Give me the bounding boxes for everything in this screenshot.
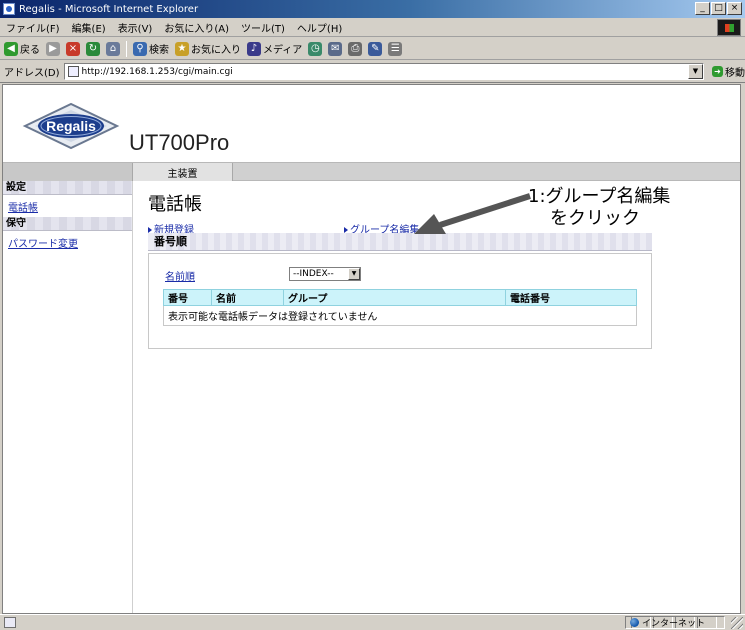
search-icon: ⚲: [133, 41, 147, 56]
sidebar-section-settings: 設定: [3, 181, 132, 195]
search-label: 検索: [149, 45, 169, 56]
refresh-icon[interactable]: ↻: [86, 41, 100, 56]
address-label: アドレス(D): [4, 68, 60, 79]
phonebook-table: 番号 名前 グループ 電話番号 表示可能な電話帳データは登録されていません: [163, 289, 637, 326]
section-header: 番号順: [148, 233, 652, 251]
resize-grip-icon[interactable]: [731, 617, 743, 629]
maximize-button[interactable]: □: [711, 2, 726, 15]
ie-icon: [3, 3, 15, 15]
index-select[interactable]: --INDEX-- ▼: [289, 267, 361, 281]
edit-icon[interactable]: ✎: [368, 41, 383, 56]
search-button[interactable]: ⚲ 検索: [133, 41, 169, 56]
menu-view[interactable]: 表示(V): [112, 20, 159, 35]
title-bar: Regalis - Microsoft Internet Explorer _ …: [0, 0, 745, 18]
mail-icon[interactable]: ✉: [328, 41, 343, 56]
page-status-icon: [4, 617, 16, 628]
toolbar: ◀ 戻る ▶ × ↻ ⌂ ⚲ 検索 ★ お気に入り ♪ メディア ◷ ✉ ⎙ ✎…: [0, 38, 745, 60]
menu-edit[interactable]: 編集(E): [66, 20, 112, 35]
main-panel: 電話帳 新規登録 グループ名編集 番号順 名前順 --INDEX-- ▼ 番号 …: [134, 181, 740, 613]
media-button[interactable]: ♪ メディア: [247, 41, 302, 56]
home-icon[interactable]: ⌂: [106, 41, 120, 56]
phonebook-panel: 名前順 --INDEX-- ▼ 番号 名前 グループ 電話番号 表示可能な電話帳…: [148, 253, 652, 349]
column-phone: 電話番号: [505, 289, 637, 306]
address-input[interactable]: http://192.168.1.253/cgi/main.cgi ▼: [63, 63, 704, 80]
column-number: 番号: [163, 289, 212, 306]
menu-bar: ファイル(F) 編集(E) 表示(V) お気に入り(A) ツール(T) ヘルプ(…: [0, 18, 745, 37]
go-label: 移動: [725, 68, 745, 79]
sidebar-section-maintenance: 保守: [3, 217, 132, 231]
logo-text: Regalis: [46, 118, 96, 134]
page-title: 電話帳: [148, 194, 202, 215]
window-controls: _ □ ×: [695, 2, 742, 15]
annotation-line2: をクリック: [550, 208, 640, 229]
go-arrow-icon: ➜: [712, 66, 723, 77]
forward-button[interactable]: ▶: [46, 41, 60, 56]
index-select-value: --INDEX--: [293, 269, 334, 279]
site-header: Regalis UT700Pro: [3, 85, 740, 162]
sidebar: 設定 電話帳 保守 パスワード変更: [3, 181, 133, 613]
close-button[interactable]: ×: [727, 2, 742, 15]
empty-message: 表示可能な電話帳データは登録されていません: [163, 305, 637, 326]
media-icon: ♪: [247, 41, 261, 56]
favorites-button[interactable]: ★ お気に入り: [175, 41, 241, 56]
annotation-line1: 1:グループ名編集: [528, 186, 671, 207]
forward-arrow-icon: ▶: [46, 41, 60, 56]
menu-help[interactable]: ヘルプ(H): [291, 20, 348, 35]
window-title: Regalis - Microsoft Internet Explorer: [19, 3, 199, 15]
security-zone: インターネット: [625, 616, 725, 629]
column-group: グループ: [283, 289, 506, 306]
nav-spacer: [3, 163, 133, 181]
toolbar-divider: [126, 40, 127, 57]
windows-logo-icon: [717, 19, 741, 36]
zone-label: インターネット: [642, 619, 706, 629]
menu-favorites[interactable]: お気に入り(A): [158, 20, 235, 35]
sidebar-item-phonebook[interactable]: 電話帳: [3, 195, 132, 217]
regalis-logo: Regalis: [22, 102, 120, 150]
history-icon[interactable]: ◷: [308, 41, 323, 56]
address-url: http://192.168.1.253/cgi/main.cgi: [81, 66, 233, 77]
menu-tools[interactable]: ツール(T): [235, 20, 291, 35]
product-name: UT700Pro: [129, 130, 230, 155]
back-arrow-icon: ◀: [4, 41, 18, 56]
tab-main-unit[interactable]: 主装置: [133, 163, 233, 181]
status-bar: インターネット: [0, 614, 745, 630]
address-dropdown-icon[interactable]: ▼: [688, 64, 703, 79]
stop-icon[interactable]: ×: [66, 41, 80, 56]
web-content: Regalis UT700Pro 主装置 設定 電話帳 保守 パスワード変更 電…: [2, 84, 741, 614]
discuss-icon[interactable]: ☰: [388, 41, 403, 56]
annotation-arrow: [414, 193, 531, 234]
favorites-icon: ★: [175, 41, 189, 56]
minimize-button[interactable]: _: [695, 2, 710, 15]
back-label: 戻る: [20, 45, 40, 56]
sort-by-name-link[interactable]: 名前順: [165, 268, 195, 283]
column-name: 名前: [211, 289, 284, 306]
address-bar: アドレス(D) http://192.168.1.253/cgi/main.cg…: [0, 61, 745, 83]
table-header-row: 番号 名前 グループ 電話番号: [163, 289, 637, 306]
table-row: 表示可能な電話帳データは登録されていません: [163, 305, 637, 326]
media-label: メディア: [263, 45, 303, 56]
nav-bar: 主装置: [3, 162, 740, 181]
globe-icon: [630, 618, 639, 627]
sidebar-item-password-change[interactable]: パスワード変更: [3, 231, 132, 253]
print-icon[interactable]: ⎙: [348, 41, 363, 56]
favorites-label: お気に入り: [191, 45, 241, 56]
go-button[interactable]: ➜ 移動: [712, 64, 745, 79]
chevron-down-icon: ▼: [348, 268, 360, 280]
back-button[interactable]: ◀ 戻る: [4, 41, 40, 56]
annotation-callout: 1:グループ名編集 をクリック: [528, 186, 670, 230]
page-icon: [67, 66, 79, 77]
menu-file[interactable]: ファイル(F): [0, 20, 66, 35]
